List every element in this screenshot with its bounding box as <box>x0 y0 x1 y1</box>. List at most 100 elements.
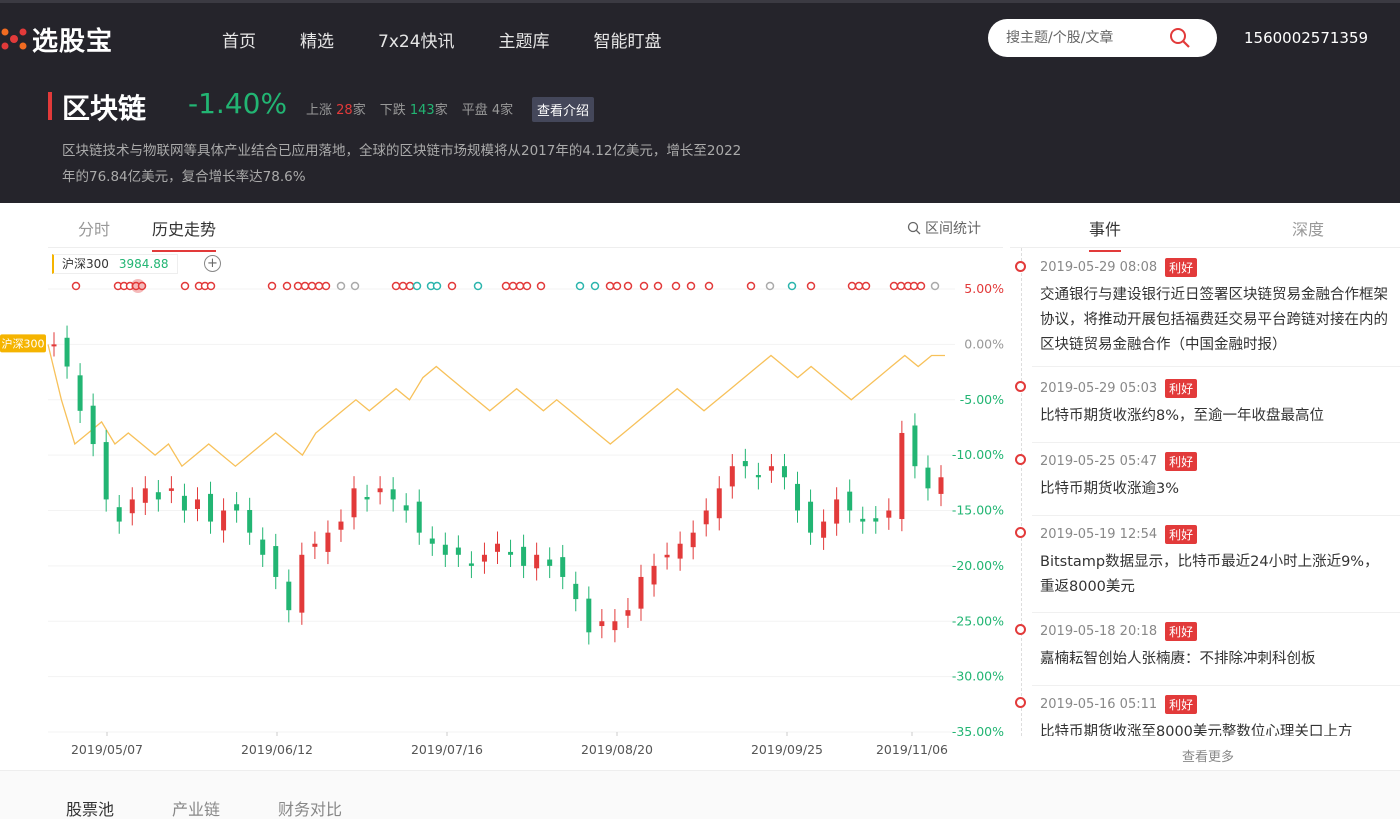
candle-body <box>847 491 853 511</box>
candle-body <box>586 598 592 633</box>
tab-intraday[interactable]: 分时 <box>78 216 110 240</box>
nav-flash-news[interactable]: 7x24快讯 <box>378 27 455 52</box>
event-badge: 利好 <box>1165 695 1198 714</box>
x-tick-label: 2019/11/06 <box>876 742 948 757</box>
logo[interactable]: 选股宝 <box>0 21 113 57</box>
search-input[interactable] <box>1006 28 1176 48</box>
candle-body <box>599 621 605 627</box>
candle-body <box>455 547 461 555</box>
candle-body <box>142 488 148 503</box>
candle-body <box>886 510 892 518</box>
event-marker <box>746 281 756 291</box>
candle-body <box>716 488 722 519</box>
candle-body <box>703 510 709 525</box>
event-marker <box>854 281 864 291</box>
event-marker <box>575 281 585 291</box>
timeline-line <box>1021 248 1022 736</box>
y-tick-label: -5.00% <box>960 392 1004 407</box>
x-tick-label: 2019/08/20 <box>581 742 653 757</box>
candle-body <box>808 501 814 533</box>
view-more-link[interactable]: 查看更多 <box>1182 746 1234 765</box>
theme-description: 区块链技术与物联网等具体产业结合已应用落地，全球的区块链市场规模将从2017年的… <box>62 143 742 185</box>
candle-body <box>312 543 318 547</box>
search-icon[interactable] <box>1168 26 1192 50</box>
user-account[interactable]: 1560002571359 <box>1244 29 1368 47</box>
flat-stat: 平盘 4家 <box>461 103 514 118</box>
event-marker <box>909 281 919 291</box>
candle-body <box>912 425 918 467</box>
event-marker <box>350 281 360 291</box>
event-text: 嘉楠耘智创始人张楠赓：不排除冲刺科创板 <box>1040 651 1316 667</box>
view-intro-button[interactable]: 查看介绍 <box>532 97 595 122</box>
event-marker <box>612 281 622 291</box>
event-marker <box>282 281 292 291</box>
breadth-stats: 上涨 28家 下跌 143家 平盘 4家 <box>306 99 513 118</box>
event-marker <box>787 281 797 291</box>
event-marker <box>522 281 532 291</box>
candle-body <box>495 543 500 552</box>
candle-body <box>534 554 540 569</box>
candle-body <box>77 375 83 411</box>
candle-body <box>194 499 200 510</box>
range-stat-button[interactable]: 区间统计 <box>907 218 981 238</box>
tab-industry-chain[interactable]: 产业链 <box>172 796 220 820</box>
price-chart[interactable]: 5.00% 0.00% -5.00% -10.00% -15.00% -20.00% -25… <box>0 250 1010 770</box>
event-text: 比特币期货收涨至8000美元整数位心理关口上方 <box>1040 724 1353 736</box>
event-time: 2019-05-29 08:08 <box>1040 260 1158 275</box>
page-title: 区块链 <box>62 92 147 125</box>
candle-body <box>299 554 305 613</box>
event-marker <box>536 281 546 291</box>
event-time: 2019-05-29 05:03 <box>1040 381 1158 396</box>
nav-featured[interactable]: 精选 <box>300 27 334 52</box>
event-badge: 利好 <box>1165 379 1198 398</box>
candle-body <box>273 546 279 577</box>
candle-body <box>547 559 553 566</box>
x-tick-label: 2019/07/16 <box>411 742 483 757</box>
nav-smart-watch[interactable]: 智能盯盘 <box>594 27 662 52</box>
candle-body <box>168 488 174 491</box>
theme-change: -1.40% <box>188 87 288 120</box>
candle-body <box>899 432 905 520</box>
event-marker <box>412 281 422 291</box>
tab-events[interactable]: 事件 <box>1089 216 1122 252</box>
candle-body <box>481 554 487 562</box>
event-text: Bitstamp数据显示，比特币最近24小时上涨近9%，重返8000美元 <box>1040 554 1379 595</box>
nav-theme-library[interactable]: 主题库 <box>499 27 550 52</box>
event-marker <box>806 281 816 291</box>
tab-depth[interactable]: 深度 <box>1292 216 1324 240</box>
candle-body <box>116 507 122 522</box>
event-time: 2019-05-16 05:11 <box>1040 697 1158 712</box>
tab-history[interactable]: 历史走势 <box>152 216 217 252</box>
candle-body <box>755 475 761 478</box>
tab-financial-compare[interactable]: 财务对比 <box>278 796 342 820</box>
candle-body <box>208 493 214 522</box>
candle-body <box>925 467 931 489</box>
down-stat: 下跌 143家 <box>379 103 448 118</box>
candle-body <box>390 489 396 500</box>
event-badge: 利好 <box>1165 525 1198 544</box>
candle-body <box>860 518 866 522</box>
timeline-dot <box>1015 624 1026 635</box>
event-marker <box>180 281 190 291</box>
add-compare-icon[interactable]: + <box>204 255 221 272</box>
event-marker <box>590 281 600 291</box>
y-tick-label: 5.00% <box>964 281 1004 296</box>
event-marker <box>671 281 681 291</box>
candle-body <box>795 483 801 511</box>
event-marker <box>508 281 518 291</box>
candle-body <box>651 565 657 585</box>
candle-body <box>103 442 109 500</box>
event-marker <box>447 281 457 291</box>
side-tabs: 事件 深度 <box>1010 204 1400 252</box>
timeline-dot <box>1015 527 1026 538</box>
tab-stock-pool[interactable]: 股票池 <box>66 796 114 820</box>
y-tick-label: -35.00% <box>952 724 1004 739</box>
candle-body <box>560 557 566 577</box>
nav-home[interactable]: 首页 <box>222 27 256 52</box>
candle-body <box>221 510 227 531</box>
event-marker <box>432 281 442 291</box>
candle-body <box>677 543 683 559</box>
candle-body <box>664 554 670 558</box>
search-icon <box>907 221 921 235</box>
candle-body <box>690 532 696 548</box>
